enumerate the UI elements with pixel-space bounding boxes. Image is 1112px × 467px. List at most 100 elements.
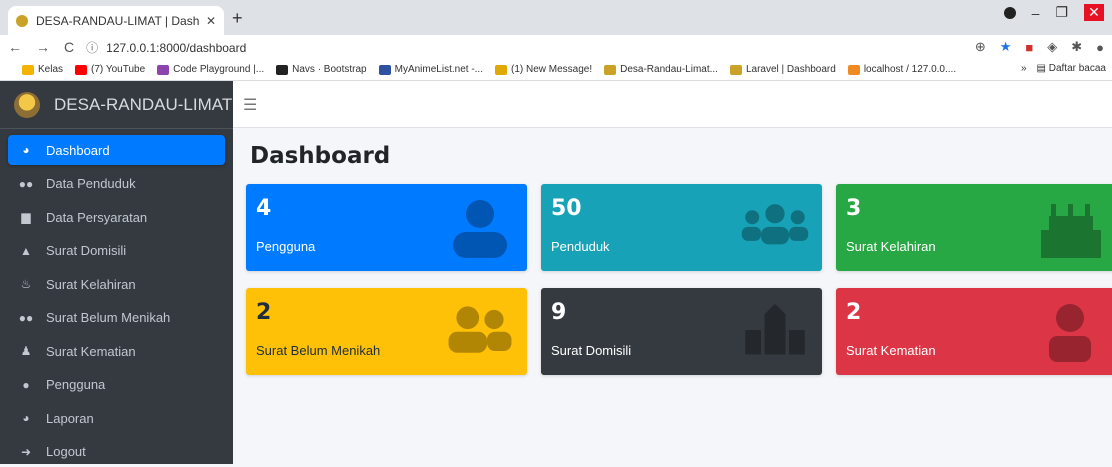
page-title: Dashboard: [250, 143, 391, 169]
profile-avatar-icon[interactable]: ●: [1096, 40, 1104, 55]
brand-link[interactable]: DESA-RANDAU-LIMAT: [0, 81, 233, 129]
bookmark-label: localhost / 127.0.0....: [863, 64, 957, 75]
stat-card-surat-kematian[interactable]: 2 Surat Kematian: [836, 288, 1112, 375]
bookmarks-bar: Kelas (7) YouTube Code Playground |... Navs…: [0, 59, 1112, 81]
sidebar-item-data-persyaratan[interactable]: ▆ Data Persyaratan: [8, 202, 225, 232]
user-friends-icon: ●●: [18, 310, 34, 325]
sign-out-icon: ➜: [20, 444, 32, 459]
users-icon: [740, 198, 810, 258]
bookmark-favicon-icon: [494, 64, 507, 75]
sidebar-item-pengguna[interactable]: ● Pengguna: [8, 370, 225, 400]
bookmark-favicon-icon: [847, 64, 860, 75]
stat-card-surat-kelahiran[interactable]: 3 Surat Kelahiran: [836, 184, 1112, 271]
extensions-puzzle-icon[interactable]: ✱: [1071, 39, 1082, 55]
bookmark-item[interactable]: MyAnimeList.net -...: [378, 64, 483, 75]
sidebar-item-label: Surat Kelahiran: [46, 276, 136, 292]
shield-icon[interactable]: ◈: [1047, 39, 1057, 55]
url-input[interactable]: ⓘ 127.0.0.1:8000/dashboard: [86, 39, 975, 56]
sidebar-item-dashboard[interactable]: ◕ Dashboard: [8, 135, 225, 165]
top-navbar: ☰: [233, 81, 1112, 128]
brand-name: DESA-RANDAU-LIMAT: [54, 94, 233, 114]
bookmark-favicon-icon: [729, 64, 742, 75]
forward-icon[interactable]: →: [36, 39, 50, 55]
bookmark-star-icon[interactable]: ★: [1000, 39, 1012, 55]
extension-icon[interactable]: ■: [1025, 40, 1033, 55]
user-injured-icon: ♟: [20, 344, 32, 358]
sidebar-item-label: Surat Kematian: [46, 343, 136, 359]
tachometer-icon: ◕: [22, 411, 30, 425]
bookmark-label: Code Playground |...: [173, 64, 265, 75]
main-content: Dashboard 4 Pengguna 50 Penduduk 3 Surat Kela…: [233, 128, 1112, 464]
tab-close-icon[interactable]: ✕: [206, 14, 216, 28]
maximize-button[interactable]: ❐: [1055, 4, 1068, 21]
stat-value: 50: [551, 196, 582, 221]
file-icon: ▆: [21, 210, 31, 224]
sidebar-item-data-penduduk[interactable]: ●● Data Penduduk: [8, 169, 225, 199]
browser-tab-strip: DESA-RANDAU-LIMAT | Dashboa ✕ + – ❐ ✕: [0, 0, 1112, 35]
tachometer-icon: ◕: [22, 143, 30, 157]
bookmark-item[interactable]: localhost / 127.0.0....: [847, 64, 957, 75]
browser-tab[interactable]: DESA-RANDAU-LIMAT | Dashboa ✕: [8, 6, 224, 35]
user-friends-icon: [445, 302, 515, 362]
sidebar-item-label: Surat Belum Menikah: [46, 310, 171, 325]
sidebar-item-label: Logout: [46, 444, 86, 459]
sidebar-item-surat-kelahiran[interactable]: ♨ Surat Kelahiran: [8, 269, 225, 299]
stat-card-penduduk[interactable]: 50 Penduduk: [541, 184, 822, 271]
bookmark-item[interactable]: Navs · Bootstrap: [276, 64, 367, 75]
stat-card-surat-domisili[interactable]: 9 Surat Domisili: [541, 288, 822, 375]
birthday-cake-icon: ♨: [20, 277, 32, 291]
bookmark-favicon-icon: [22, 64, 34, 75]
record-icon[interactable]: [1003, 6, 1016, 19]
close-window-button[interactable]: ✕: [1084, 4, 1104, 21]
site-favicon-icon: [16, 14, 28, 27]
stat-value: 4: [256, 196, 272, 221]
bookmark-item[interactable]: (7) YouTube: [75, 64, 145, 75]
sidebar-item-logout[interactable]: ➜ Logout: [8, 437, 225, 467]
stat-label: Surat Kelahiran: [846, 239, 936, 254]
sidebar-item-laporan[interactable]: ◕ Laporan: [8, 403, 225, 433]
sidebar-menu: ◕ Dashboard ●● Data Penduduk ▆ Data Persyarat…: [0, 129, 233, 467]
bookmark-item[interactable]: Desa-Randau-Limat...: [604, 64, 718, 75]
reading-list-label: Daftar bacaa: [1048, 63, 1106, 74]
info-icon[interactable]: ⓘ: [86, 41, 98, 55]
stat-card-surat-belum-menikah[interactable]: 2 Surat Belum Menikah: [246, 288, 527, 375]
sidebar-item-label: Data Penduduk: [46, 176, 136, 191]
back-icon[interactable]: ←: [8, 39, 22, 55]
new-tab-button[interactable]: +: [232, 8, 243, 29]
sidebar-item-surat-kematian[interactable]: ♟ Surat Kematian: [8, 336, 225, 366]
bookmarks-more-button[interactable]: »: [1021, 63, 1027, 74]
bookmark-label: Laravel | Dashboard: [745, 64, 836, 75]
user-injured-icon: [1035, 302, 1105, 362]
place-of-worship-icon: ▲: [20, 243, 32, 258]
bookmark-label: MyAnimeList.net -...: [394, 64, 483, 75]
bookmark-item[interactable]: Kelas: [22, 64, 63, 75]
reload-icon[interactable]: C: [64, 39, 74, 55]
bookmark-label: Kelas: [38, 64, 64, 75]
bookmark-favicon-icon: [378, 64, 391, 75]
stat-label: Surat Kematian: [846, 343, 936, 358]
stat-value: 3: [846, 196, 862, 221]
bookmark-label: (1) New Message!: [510, 64, 593, 75]
stat-label: Pengguna: [256, 239, 316, 254]
tab-title: DESA-RANDAU-LIMAT | Dashboa: [36, 13, 200, 28]
user-icon: ●: [22, 377, 30, 392]
stat-label: Penduduk: [551, 239, 610, 254]
bookmark-item[interactable]: (1) New Message!: [494, 64, 593, 75]
stat-card-pengguna[interactable]: 4 Pengguna: [246, 184, 527, 271]
brand-logo-icon: [14, 91, 40, 118]
sidebar-item-surat-domisili[interactable]: ▲ Surat Domisili: [8, 236, 225, 266]
menu-toggle-icon[interactable]: ☰: [243, 95, 257, 115]
users-icon: ●●: [18, 176, 34, 191]
sidebar-item-label: Surat Domisili: [46, 243, 127, 258]
sidebar-item-surat-belum-menikah[interactable]: ●● Surat Belum Menikah: [8, 303, 225, 333]
minimize-button[interactable]: –: [1032, 5, 1040, 21]
bookmark-item[interactable]: Laravel | Dashboard: [729, 64, 836, 75]
stat-value: 2: [846, 300, 862, 325]
stat-value: 9: [551, 300, 567, 325]
stat-label: Surat Domisili: [551, 343, 632, 358]
sidebar-item-label: Pengguna: [46, 377, 106, 392]
user-icon: [445, 198, 515, 258]
bookmark-item[interactable]: Code Playground |...: [157, 64, 264, 75]
reading-list-button[interactable]: ▤ Daftar bacaa: [1037, 63, 1107, 74]
zoom-icon[interactable]: ⊕: [975, 39, 986, 55]
